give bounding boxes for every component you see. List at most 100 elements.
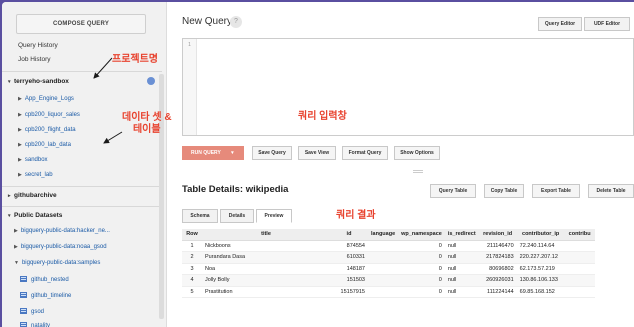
table-cell: 0 bbox=[398, 263, 445, 275]
export-table-button[interactable]: Export Table bbox=[532, 184, 580, 198]
annotation-editor: 쿼리 입력창 bbox=[298, 111, 347, 122]
show-options-button[interactable]: Show Options bbox=[394, 146, 440, 160]
dataset-label: secret_lab bbox=[24, 172, 53, 178]
table-cell bbox=[368, 274, 399, 287]
table-item[interactable]: github_nested bbox=[20, 276, 69, 283]
table-cell: 217824183 bbox=[478, 251, 517, 264]
triangle-right-icon: ▶ bbox=[18, 112, 22, 118]
project-label: Public Datasets bbox=[14, 212, 63, 219]
query-editor-button[interactable]: Query Editor bbox=[538, 17, 582, 31]
run-query-label: RUN QUERY bbox=[191, 150, 221, 156]
dataset-item[interactable]: ▶ cpb200_lab_data bbox=[18, 142, 71, 148]
public-dataset-item[interactable]: ▶ bigquery-public-data:hacker_ne... bbox=[14, 228, 110, 234]
table-cell bbox=[368, 286, 399, 298]
table-cell: Nickboons bbox=[202, 240, 330, 252]
table-cell: 0 bbox=[398, 286, 445, 298]
resize-handle[interactable] bbox=[413, 170, 423, 173]
save-query-button[interactable]: Save Query bbox=[252, 146, 292, 160]
table-cell: null bbox=[444, 263, 479, 275]
table-cell: 72.240.114.64 bbox=[516, 240, 565, 252]
annotation-dataset-line: 데이타 셋 & bbox=[122, 112, 172, 123]
public-dataset-item[interactable]: ▶ bigquery-public-data:noaa_gsod bbox=[14, 244, 107, 250]
table-item[interactable]: gsod bbox=[20, 308, 44, 315]
table-cell: 4 bbox=[182, 274, 202, 287]
table-cell bbox=[564, 251, 595, 264]
bigquery-window: COMPOSE QUERY Query History Job History … bbox=[2, 2, 634, 327]
query-editor[interactable]: 1 bbox=[182, 38, 634, 136]
table-row: 1 Nickboons 874554 0 null 211146470 72.240.114… bbox=[182, 240, 595, 252]
table-cell: 3 bbox=[182, 263, 202, 275]
table-cell: 1 bbox=[182, 240, 202, 252]
table-header-row: Row title id language wp_namespace is_re… bbox=[182, 229, 595, 241]
table-row: 4 Jolly Bolly 151503 0 null 260926031 130.86.1… bbox=[182, 274, 595, 287]
dataset-label: bigquery-public-data:hacker_ne... bbox=[20, 228, 110, 234]
triangle-right-icon: ▶ bbox=[18, 127, 22, 133]
tab-schema[interactable]: Schema bbox=[182, 209, 218, 223]
tab-preview[interactable]: Preview bbox=[256, 209, 292, 223]
public-dataset-item[interactable]: ▼ bigquery-public-data:samples bbox=[14, 260, 100, 266]
project-menu-icon[interactable] bbox=[147, 77, 155, 85]
divider bbox=[2, 186, 162, 187]
table-cell: 15157915 bbox=[330, 286, 368, 298]
dataset-label: cpb200_flight_data bbox=[24, 127, 76, 133]
dataset-item[interactable]: ▶ secret_lab bbox=[18, 172, 53, 178]
dataset-item[interactable]: ▶ sandbox bbox=[18, 157, 48, 163]
table-cell: null bbox=[444, 240, 479, 252]
table-row: 3 Noa 148187 0 null 80696802 62.173.57.219 bbox=[182, 263, 595, 275]
table-item[interactable]: github_timeline bbox=[20, 292, 71, 299]
table-icon bbox=[20, 308, 27, 314]
githubarchive-project[interactable]: ▸ githubarchive bbox=[8, 192, 57, 199]
delete-table-button[interactable]: Delete Table bbox=[588, 184, 634, 198]
table-cell: 80696802 bbox=[478, 263, 517, 275]
table-cell: 148187 bbox=[330, 263, 368, 275]
annotation-dataset: 데이타 셋 & 테이블 bbox=[122, 112, 172, 136]
sidebar-scrollbar[interactable] bbox=[159, 74, 164, 319]
project-name[interactable]: ▾ terryeho-sandbox bbox=[8, 78, 69, 85]
table-label: natality bbox=[31, 323, 51, 327]
dataset-item[interactable]: ▶ cpb200_liquor_sales bbox=[18, 112, 80, 118]
triangle-right-icon: ▶ bbox=[18, 96, 22, 102]
help-icon[interactable]: ? bbox=[230, 16, 242, 28]
table-cell bbox=[564, 274, 595, 287]
run-query-button[interactable]: RUN QUERY ▾ bbox=[182, 146, 244, 160]
dataset-label: cpb200_lab_data bbox=[24, 142, 71, 148]
table-icon bbox=[20, 276, 27, 282]
table-cell: Prastitution bbox=[202, 286, 330, 298]
column-header: is_redirect bbox=[444, 229, 479, 241]
copy-table-button[interactable]: Copy Table bbox=[484, 184, 524, 198]
dataset-label: bigquery-public-data:noaa_gsod bbox=[20, 244, 107, 250]
job-history-link[interactable]: Job History bbox=[18, 56, 51, 63]
annotation-dataset-line: 테이블 bbox=[132, 124, 161, 135]
query-history-link[interactable]: Query History bbox=[18, 42, 58, 49]
tab-details[interactable]: Details bbox=[220, 209, 254, 223]
public-datasets-header[interactable]: ▾ Public Datasets bbox=[8, 212, 62, 219]
dataset-label: App_Engine_Logs bbox=[24, 96, 74, 102]
table-cell: null bbox=[444, 274, 479, 287]
table-item[interactable]: natality bbox=[20, 322, 50, 327]
dataset-label: sandbox bbox=[24, 157, 48, 163]
table-cell: 130.86.106.133 bbox=[516, 274, 565, 287]
table-cell: 211146470 bbox=[478, 240, 517, 252]
divider bbox=[2, 71, 162, 72]
dataset-item[interactable]: ▶ App_Engine_Logs bbox=[18, 96, 74, 102]
table-cell bbox=[564, 240, 595, 252]
dataset-label: bigquery-public-data:samples bbox=[21, 260, 101, 266]
compose-query-button[interactable]: COMPOSE QUERY bbox=[16, 14, 146, 34]
table-cell: 5 bbox=[182, 286, 202, 298]
table-cell: 0 bbox=[398, 274, 445, 287]
table-cell: null bbox=[444, 251, 479, 264]
query-table-button[interactable]: Query Table bbox=[430, 184, 476, 198]
format-query-button[interactable]: Format Query bbox=[342, 146, 388, 160]
table-cell: Purandara Dasa bbox=[202, 251, 330, 264]
column-header: contribu bbox=[564, 229, 595, 241]
udf-editor-button[interactable]: UDF Editor bbox=[584, 17, 630, 31]
triangle-right-icon: ▶ bbox=[14, 244, 18, 250]
table-icon bbox=[20, 322, 27, 327]
line-numbers: 1 bbox=[183, 39, 197, 135]
table-cell: 151503 bbox=[330, 274, 368, 287]
save-view-button[interactable]: Save View bbox=[298, 146, 336, 160]
caret-down-icon[interactable]: ▾ bbox=[231, 150, 234, 156]
table-row: 5 Prastitution 15157915 0 null 111224144 69.85… bbox=[182, 286, 595, 298]
dataset-item[interactable]: ▶ cpb200_flight_data bbox=[18, 127, 76, 133]
table-cell bbox=[368, 240, 399, 252]
